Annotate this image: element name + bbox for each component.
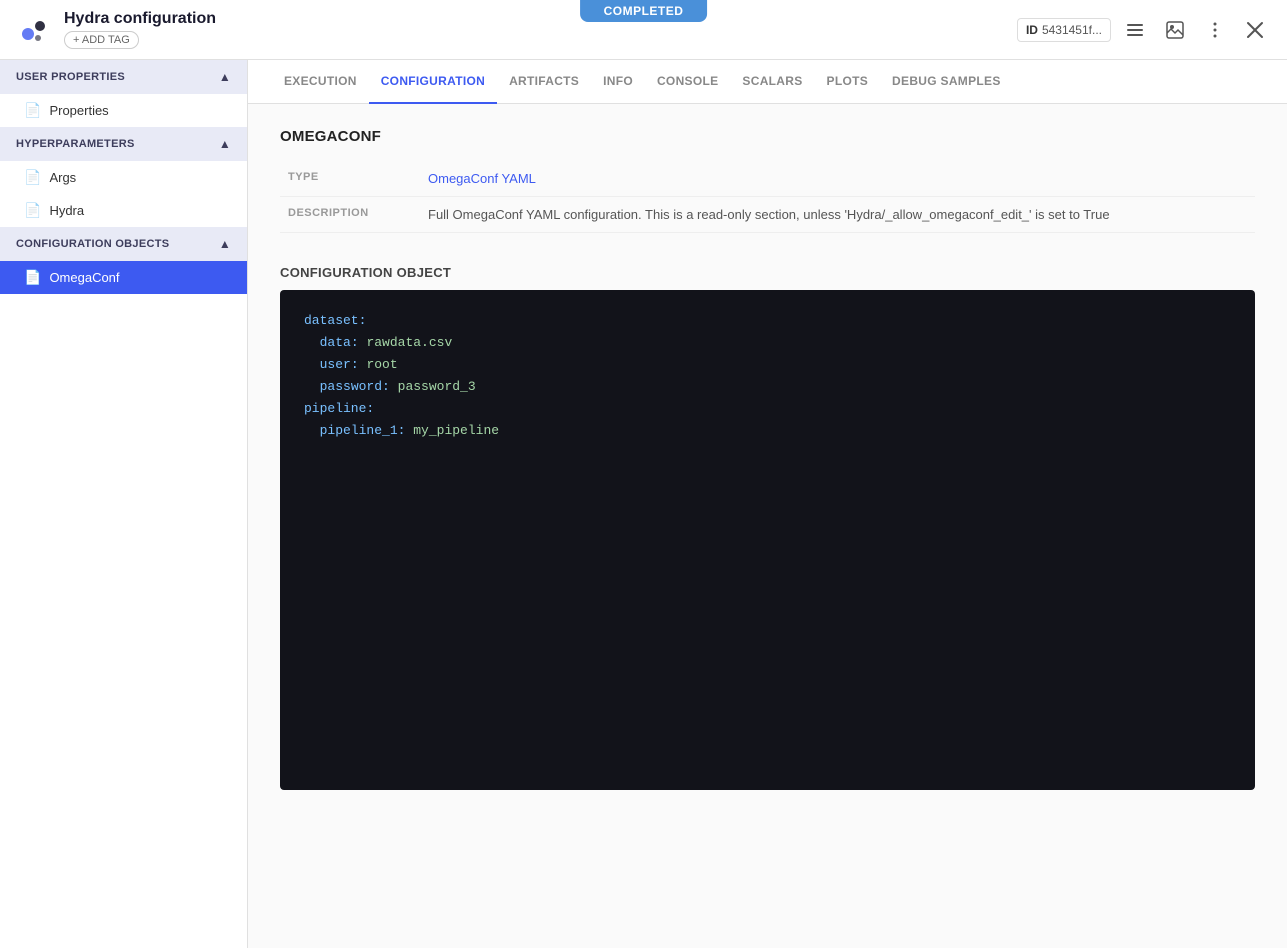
chevron-icon-3: ▲	[219, 237, 231, 251]
desc-label: DESCRIPTION	[280, 197, 420, 233]
tab-debug-samples[interactable]: DEBUG SAMPLES	[880, 60, 1013, 104]
omegaconf-title: OMEGACONF	[280, 128, 1255, 145]
chevron-icon-2: ▲	[219, 137, 231, 151]
config-obj-title: CONFIGURATION OBJECT	[280, 265, 1255, 280]
sidebar-section-user-properties[interactable]: USER PROPERTIES ▲	[0, 60, 247, 94]
info-table: TYPE OmegaConf YAML DESCRIPTION Full Ome…	[280, 161, 1255, 233]
list-view-button[interactable]	[1119, 14, 1151, 46]
tab-configuration[interactable]: CONFIGURATION	[369, 60, 497, 104]
content-area: EXECUTION CONFIGURATION ARTIFACTS INFO C…	[248, 60, 1287, 948]
add-tag-button[interactable]: + ADD TAG	[64, 31, 139, 49]
close-button[interactable]	[1239, 14, 1271, 46]
type-label: TYPE	[280, 161, 420, 197]
main-content: OMEGACONF TYPE OmegaConf YAML DESCRIPTIO…	[248, 104, 1287, 948]
tab-info[interactable]: INFO	[591, 60, 645, 104]
type-value: OmegaConf YAML	[420, 161, 1255, 197]
type-row: TYPE OmegaConf YAML	[280, 161, 1255, 197]
chevron-icon: ▲	[219, 70, 231, 84]
sidebar-section-hyperparameters[interactable]: HYPERPARAMETERS ▲	[0, 127, 247, 161]
id-label: ID	[1026, 23, 1038, 37]
document-icon-2: 📄	[24, 169, 41, 186]
tab-console[interactable]: CONSOLE	[645, 60, 730, 104]
tab-artifacts[interactable]: ARTIFACTS	[497, 60, 591, 104]
more-menu-button[interactable]	[1199, 14, 1231, 46]
user-properties-label: USER PROPERTIES	[16, 71, 125, 83]
desc-row: DESCRIPTION Full OmegaConf YAML configur…	[280, 197, 1255, 233]
app-title: Hydra configuration	[64, 10, 216, 28]
sidebar-section-config-objects[interactable]: CONFIGURATION OBJECTS ▲	[0, 227, 247, 261]
properties-label: Properties	[49, 103, 108, 118]
config-objects-label: CONFIGURATION OBJECTS	[16, 238, 169, 250]
tab-plots[interactable]: PLOTS	[815, 60, 881, 104]
sidebar: USER PROPERTIES ▲ 📄 Properties HYPERPARA…	[0, 60, 248, 948]
image-view-button[interactable]	[1159, 14, 1191, 46]
code-block[interactable]: dataset: data: rawdata.csv user: root pa…	[280, 290, 1255, 790]
main-layout: USER PROPERTIES ▲ 📄 Properties HYPERPARA…	[0, 60, 1287, 948]
task-id-badge: ID 5431451f...	[1017, 18, 1111, 42]
title-area: Hydra configuration + ADD TAG	[64, 10, 216, 49]
args-label: Args	[49, 170, 76, 185]
sidebar-item-hydra[interactable]: 📄 Hydra	[0, 194, 247, 227]
top-bar: COMPLETED Hydra configuration + ADD TAG …	[0, 0, 1287, 60]
hyperparameters-label: HYPERPARAMETERS	[16, 138, 135, 150]
top-bar-actions: ID 5431451f...	[1017, 14, 1271, 46]
sidebar-item-args[interactable]: 📄 Args	[0, 161, 247, 194]
desc-value: Full OmegaConf YAML configuration. This …	[420, 197, 1255, 233]
app-logo	[16, 12, 52, 48]
document-icon-3: 📄	[24, 202, 41, 219]
completed-banner: COMPLETED	[580, 0, 708, 22]
tab-execution[interactable]: EXECUTION	[272, 60, 369, 104]
tabs-bar: EXECUTION CONFIGURATION ARTIFACTS INFO C…	[248, 60, 1287, 104]
hydra-label: Hydra	[49, 203, 84, 218]
document-icon-4: 📄	[24, 269, 41, 286]
id-value: 5431451f...	[1042, 23, 1102, 37]
document-icon: 📄	[24, 102, 41, 119]
omegaconf-label: OmegaConf	[49, 270, 119, 285]
tab-scalars[interactable]: SCALARS	[730, 60, 814, 104]
sidebar-item-properties[interactable]: 📄 Properties	[0, 94, 247, 127]
sidebar-item-omegaconf[interactable]: 📄 OmegaConf	[0, 261, 247, 294]
